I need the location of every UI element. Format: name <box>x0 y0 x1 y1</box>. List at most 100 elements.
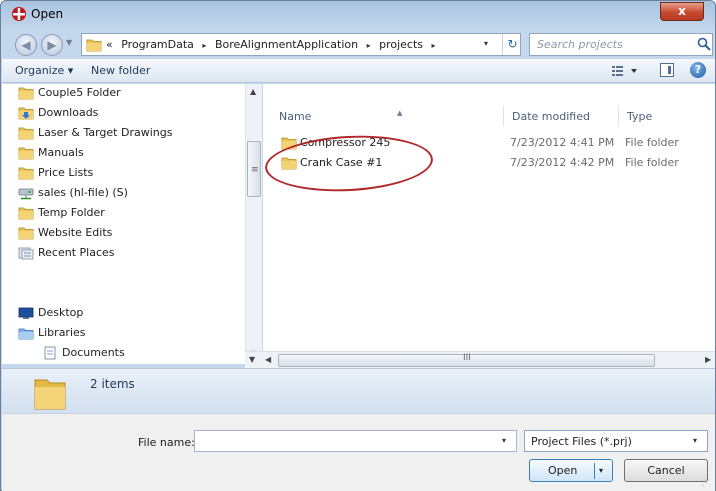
nav-item-label: sales (hl-file) (S) <box>38 186 128 199</box>
forward-button[interactable]: ▶ <box>41 34 63 56</box>
preview-pane-icon[interactable] <box>660 63 674 77</box>
breadcrumb-item[interactable]: ProgramData <box>121 38 194 51</box>
search-box[interactable]: Search projects <box>529 33 713 56</box>
file-date-modified: 7/23/2012 4:41 PM <box>510 136 615 149</box>
nav-item-manuals[interactable]: Manuals <box>18 144 84 162</box>
grip-icon: III <box>463 353 471 363</box>
nav-item-recent-places[interactable]: Recent Places <box>18 244 115 262</box>
nav-item-downloads[interactable]: Downloads <box>18 104 99 122</box>
change-view-icon[interactable] <box>610 63 640 79</box>
nav-item-website-edits[interactable]: Website Edits <box>18 224 113 242</box>
address-dropdown-icon[interactable]: ▾ <box>484 39 488 48</box>
cancel-button[interactable]: Cancel <box>624 459 708 482</box>
scrollbar-thumb[interactable]: ≡ <box>247 141 261 197</box>
nav-item-label: Libraries <box>38 326 86 339</box>
nav-item-label: Website Edits <box>38 226 113 239</box>
navigation-pane[interactable]: Couple5 Folder Downloads Laser & Target … <box>2 84 262 364</box>
libraries-icon <box>18 328 34 340</box>
nav-item-label: Laser & Target Drawings <box>38 126 173 139</box>
nav-item-label: Downloads <box>38 106 99 119</box>
folder-icon <box>18 227 34 240</box>
nav-item-libraries[interactable]: Libraries <box>18 324 86 342</box>
nav-pane-collapse-arrow-icon[interactable]: ▼ <box>249 355 255 364</box>
column-header-date-modified[interactable]: Date modified <box>512 110 590 123</box>
file-list[interactable]: ▲ Name Date modified Type Compressor 245… <box>263 84 715 351</box>
item-count: 2 items <box>90 377 135 391</box>
file-name-label: File name: <box>138 436 195 449</box>
open-button-label: Open <box>548 464 578 477</box>
scroll-left-arrow-icon[interactable]: ◀ <box>265 355 271 364</box>
folder-icon <box>18 127 34 140</box>
navigation-row: ◀ ▶ ▼ « ProgramData ▸ BoreAlignmentAppli… <box>1 25 715 59</box>
nav-item-label: Price Lists <box>38 166 94 179</box>
scroll-right-arrow-icon[interactable]: ▶ <box>705 355 711 364</box>
nav-item-label: Desktop <box>38 306 84 319</box>
breadcrumb-separator-icon[interactable]: ▸ <box>432 41 436 50</box>
nav-item-desktop[interactable]: Desktop <box>18 304 84 322</box>
nav-item-label: Manuals <box>38 146 84 159</box>
column-header-type[interactable]: Type <box>627 110 652 123</box>
file-type-filter-value: Project Files (*.prj) <box>531 435 632 448</box>
close-button[interactable]: x <box>660 2 704 21</box>
folder-icon <box>18 87 34 100</box>
breadcrumb-item[interactable]: projects <box>379 38 423 51</box>
breadcrumb-item[interactable]: BoreAlignmentApplication <box>215 38 358 51</box>
chevron-down-icon[interactable]: ▾ <box>693 436 697 445</box>
sort-ascending-icon: ▲ <box>397 109 403 117</box>
documents-icon <box>44 346 56 360</box>
nav-item-documents[interactable]: Documents <box>44 344 125 362</box>
nav-item-temp-folder[interactable]: Temp Folder <box>18 204 105 222</box>
refresh-icon[interactable]: ↻ <box>502 34 522 55</box>
dialog-footer: File name: ▾ Project Files (*.prj) ▾ Ope… <box>2 413 715 491</box>
file-type: File folder <box>625 136 679 149</box>
breadcrumb: « ProgramData ▸ BoreAlignmentApplication… <box>106 38 441 51</box>
column-header-name[interactable]: Name <box>279 110 311 123</box>
folder-icon <box>18 167 34 180</box>
nav-item-laser-target-drawings[interactable]: Laser & Target Drawings <box>18 124 173 142</box>
grip-icon: ≡ <box>251 165 259 175</box>
new-folder-button[interactable]: New folder <box>91 64 150 77</box>
window-title: Open <box>31 7 64 21</box>
recent-places-icon <box>18 247 34 260</box>
search-icon[interactable] <box>697 37 711 51</box>
organize-menu-button[interactable]: Organize ▾ <box>15 64 73 77</box>
folder-icon <box>34 379 66 410</box>
nav-item-couple5-folder[interactable]: Couple5 Folder <box>18 84 121 102</box>
file-date-modified: 7/23/2012 4:42 PM <box>510 156 615 169</box>
recent-locations-arrow-icon[interactable]: ▼ <box>66 38 72 47</box>
open-options-dropdown-icon[interactable]: ▾ <box>599 466 603 475</box>
folder-icon <box>18 207 34 220</box>
file-type-filter-select[interactable]: Project Files (*.prj) ▾ <box>524 430 708 452</box>
file-list-horizontal-scrollbar[interactable]: ▼ ◀ III ▶ <box>245 351 715 368</box>
nav-item-price-lists[interactable]: Price Lists <box>18 164 94 182</box>
address-bar[interactable]: « ProgramData ▸ BoreAlignmentApplication… <box>81 33 521 56</box>
file-name-dropdown-icon[interactable]: ▾ <box>502 436 506 445</box>
split-divider <box>594 463 595 479</box>
resize-grip-icon[interactable]: ⋰ <box>702 478 710 487</box>
file-type: File folder <box>625 156 679 169</box>
column-divider[interactable] <box>503 106 504 126</box>
nav-item-sales-drive[interactable]: sales (hl-file) (S) <box>18 184 128 202</box>
open-dialog-window: Open x ◀ ▶ ▼ « ProgramData ▸ BoreAlignme… <box>0 0 716 491</box>
downloads-folder-icon <box>18 107 34 120</box>
navigation-pane-scrollbar[interactable]: ▲ ≡ ▼ <box>245 84 262 364</box>
nav-item-label: Recent Places <box>38 246 115 259</box>
back-button[interactable]: ◀ <box>15 34 37 56</box>
desktop-icon <box>18 307 34 319</box>
details-pane: 2 items <box>2 368 715 413</box>
nav-item-label: Temp Folder <box>38 206 105 219</box>
folder-icon <box>86 39 102 52</box>
command-toolbar: Organize ▾ New folder ? <box>2 59 715 83</box>
open-button[interactable]: Open ▾ <box>529 459 613 482</box>
network-drive-icon <box>18 188 34 200</box>
column-divider[interactable] <box>618 106 619 126</box>
title-bar: Open x <box>1 1 715 25</box>
search-input[interactable]: Search projects <box>537 38 623 51</box>
help-icon[interactable]: ? <box>690 62 706 78</box>
app-icon <box>12 7 26 21</box>
breadcrumb-separator-icon[interactable]: ▸ <box>367 41 371 50</box>
breadcrumb-overflow[interactable]: « <box>106 38 113 51</box>
breadcrumb-separator-icon[interactable]: ▸ <box>202 41 206 50</box>
file-name-input[interactable] <box>194 430 517 452</box>
scroll-up-arrow-icon[interactable]: ▲ <box>250 87 256 96</box>
